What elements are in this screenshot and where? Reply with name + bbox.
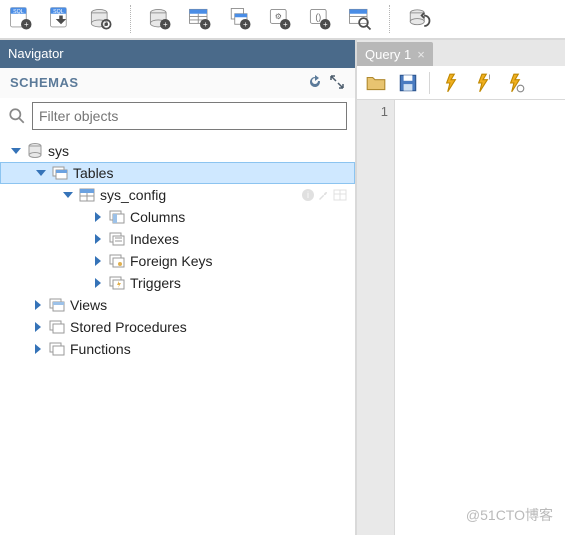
toolbar-separator bbox=[429, 72, 430, 94]
tree-label: sys_config bbox=[100, 187, 166, 203]
expand-arrow-right-icon[interactable] bbox=[32, 343, 44, 355]
tables-folder-icon bbox=[51, 164, 69, 182]
expand-arrow-right-icon[interactable] bbox=[92, 211, 104, 223]
toolbar-separator bbox=[389, 5, 390, 33]
reconnect-button[interactable] bbox=[404, 4, 434, 34]
columns-icon bbox=[108, 208, 126, 226]
indexes-icon bbox=[108, 230, 126, 248]
svg-text:+: + bbox=[24, 20, 29, 29]
svg-text:+: + bbox=[243, 20, 248, 29]
tree-schema-sys[interactable]: sys bbox=[0, 140, 355, 162]
navigator-panel: Navigator SCHEMAS sys Tables bbox=[0, 40, 355, 535]
expand-arrow-down-icon[interactable] bbox=[35, 167, 47, 179]
editor-toolbar: I bbox=[357, 66, 565, 100]
tree-label: Stored Procedures bbox=[70, 319, 187, 335]
expand-arrow-right-icon[interactable] bbox=[32, 299, 44, 311]
execute-button[interactable] bbox=[440, 72, 462, 94]
create-table-button[interactable]: + bbox=[185, 4, 215, 34]
filter-row bbox=[0, 98, 355, 138]
expand-arrow-right-icon[interactable] bbox=[92, 255, 104, 267]
execute-current-button[interactable]: I bbox=[472, 72, 494, 94]
expand-arrow-right-icon[interactable] bbox=[92, 277, 104, 289]
tree-label: Columns bbox=[130, 209, 185, 225]
svg-text:SQL: SQL bbox=[13, 9, 24, 15]
svg-text:(): () bbox=[315, 12, 321, 22]
tree-foreign-keys[interactable]: Foreign Keys bbox=[0, 250, 355, 272]
tree-label: sys bbox=[48, 143, 69, 159]
tree-stored-procedures[interactable]: Stored Procedures bbox=[0, 316, 355, 338]
svg-text:i: i bbox=[307, 190, 309, 200]
line-number: 1 bbox=[363, 104, 388, 119]
tree-table-sys_config[interactable]: sys_config i bbox=[0, 184, 355, 206]
views-icon bbox=[48, 296, 66, 314]
create-schema-button[interactable]: + bbox=[145, 4, 175, 34]
create-function-button[interactable]: ()+ bbox=[305, 4, 335, 34]
magnifier-icon bbox=[8, 107, 26, 125]
table-icon bbox=[78, 186, 96, 204]
tab-label: Query 1 bbox=[365, 47, 411, 62]
grid-icon[interactable] bbox=[333, 188, 347, 202]
new-sql-tab-button[interactable]: SQL+ bbox=[6, 4, 36, 34]
tree-label: Foreign Keys bbox=[130, 253, 212, 269]
db-actions-toolbar: SQL+ SQL + + + ⚙+ ()+ bbox=[0, 0, 565, 40]
search-table-data-button[interactable] bbox=[345, 4, 375, 34]
expand-arrow-down-icon[interactable] bbox=[10, 145, 22, 157]
collapse-icon[interactable] bbox=[329, 74, 345, 90]
editor-gutter: 1 bbox=[357, 100, 395, 535]
functions-icon bbox=[48, 340, 66, 358]
triggers-icon bbox=[108, 274, 126, 292]
svg-text:+: + bbox=[283, 20, 288, 29]
open-sql-file-button[interactable]: SQL bbox=[46, 4, 76, 34]
database-icon bbox=[26, 142, 44, 160]
close-icon[interactable]: × bbox=[417, 47, 425, 62]
tree-views[interactable]: Views bbox=[0, 294, 355, 316]
save-button[interactable] bbox=[397, 72, 419, 94]
tree-label: Functions bbox=[70, 341, 131, 357]
expand-arrow-right-icon[interactable] bbox=[32, 321, 44, 333]
tree-tables[interactable]: Tables bbox=[0, 162, 355, 184]
tree-label: Indexes bbox=[130, 231, 179, 247]
create-view-button[interactable]: + bbox=[225, 4, 255, 34]
filter-input[interactable] bbox=[32, 102, 347, 130]
tree-indexes[interactable]: Indexes bbox=[0, 228, 355, 250]
tree-label: Views bbox=[70, 297, 107, 313]
refresh-icon[interactable] bbox=[307, 74, 323, 90]
row-actions: i bbox=[301, 188, 347, 202]
info-icon[interactable]: i bbox=[301, 188, 315, 202]
expand-arrow-down-icon[interactable] bbox=[62, 189, 74, 201]
schemas-title: SCHEMAS bbox=[10, 75, 79, 90]
svg-text:SQL: SQL bbox=[53, 9, 64, 15]
tab-query-1[interactable]: Query 1 × bbox=[357, 42, 433, 66]
wrench-icon[interactable] bbox=[317, 188, 331, 202]
explain-button[interactable] bbox=[504, 72, 526, 94]
toolbar-separator bbox=[130, 5, 131, 33]
open-file-button[interactable] bbox=[365, 72, 387, 94]
navigator-title: Navigator bbox=[8, 46, 64, 61]
editor-code-area[interactable] bbox=[395, 100, 565, 535]
tree-label: Triggers bbox=[130, 275, 181, 291]
svg-text:+: + bbox=[163, 20, 168, 29]
svg-text:+: + bbox=[203, 20, 208, 29]
query-panel: Query 1 × I 1 bbox=[355, 40, 565, 535]
svg-text:+: + bbox=[323, 20, 328, 29]
svg-text:I: I bbox=[489, 72, 491, 81]
create-procedure-button[interactable]: ⚙+ bbox=[265, 4, 295, 34]
svg-text:⚙: ⚙ bbox=[275, 12, 282, 21]
tree-functions[interactable]: Functions bbox=[0, 338, 355, 360]
expand-arrow-right-icon[interactable] bbox=[92, 233, 104, 245]
inspector-button[interactable] bbox=[86, 4, 116, 34]
schema-tree: sys Tables sys_config i Col bbox=[0, 138, 355, 535]
navigator-tab[interactable]: Navigator bbox=[0, 40, 355, 66]
tree-label: Tables bbox=[73, 165, 113, 181]
schemas-header: SCHEMAS bbox=[0, 66, 355, 98]
foreign-keys-icon bbox=[108, 252, 126, 270]
sql-editor[interactable]: 1 bbox=[357, 100, 565, 535]
tree-triggers[interactable]: Triggers bbox=[0, 272, 355, 294]
tree-columns[interactable]: Columns bbox=[0, 206, 355, 228]
stored-procedures-icon bbox=[48, 318, 66, 336]
query-tabs: Query 1 × bbox=[357, 40, 565, 66]
watermark: @51CTO博客 bbox=[466, 505, 553, 525]
